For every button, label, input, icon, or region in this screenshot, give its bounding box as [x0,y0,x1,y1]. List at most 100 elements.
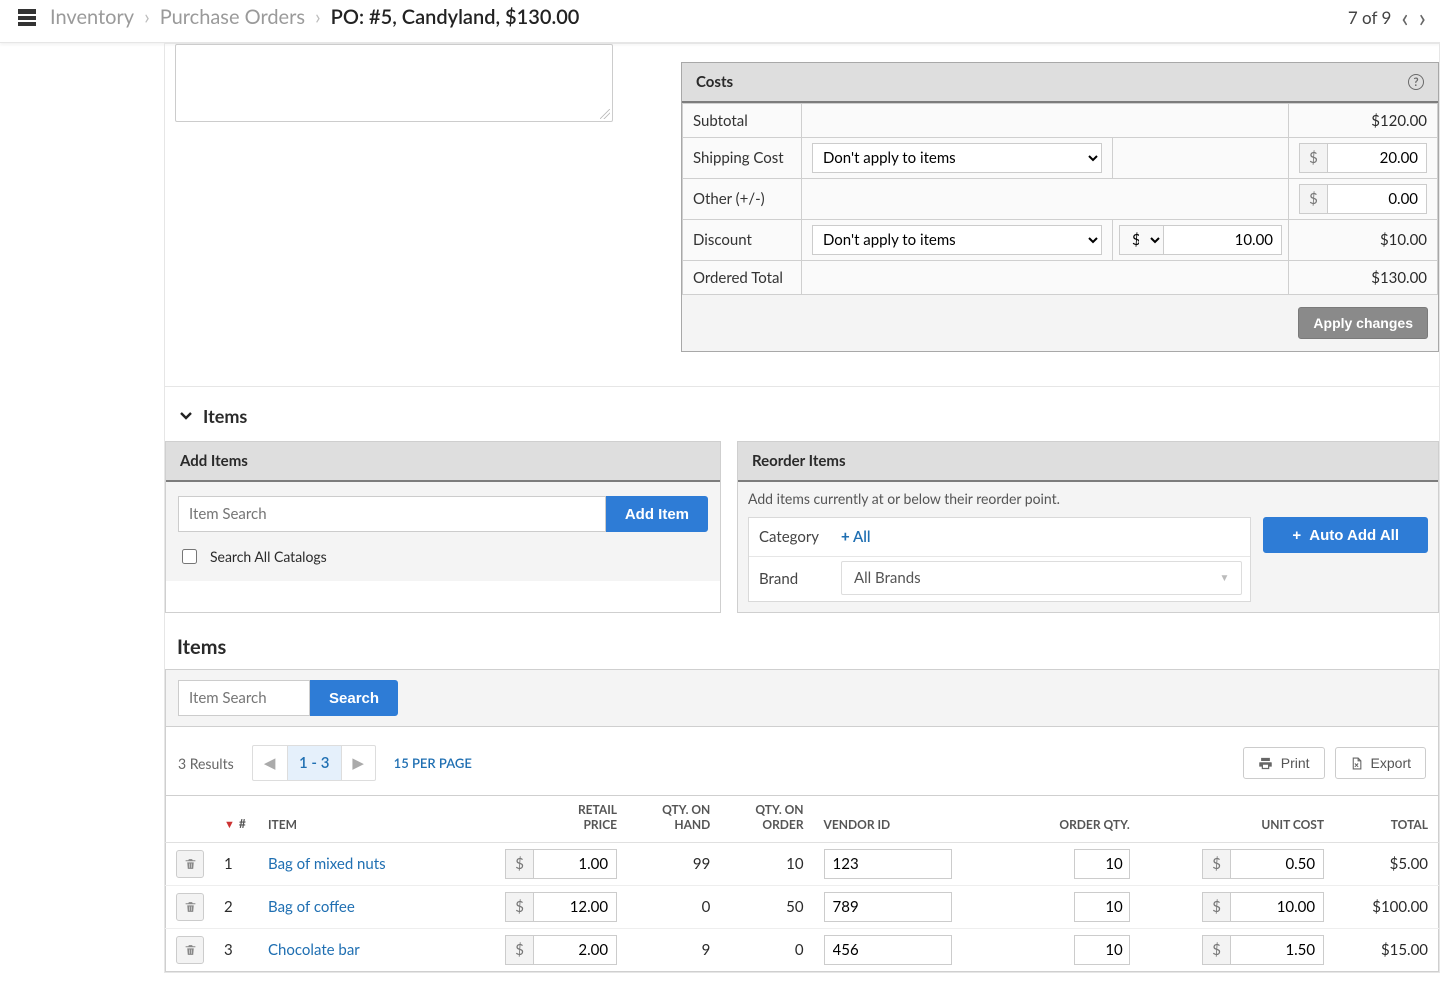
pager-position: 7 of 9 [1348,7,1392,28]
col-qty-on-hand[interactable]: QTY. ONHAND [627,796,720,843]
print-button[interactable]: Print [1243,747,1325,779]
row-number: 3 [214,929,258,972]
item-link[interactable]: Bag of coffee [268,898,355,916]
currency-icon: $ [505,849,533,879]
unit-cost-input[interactable] [1230,892,1324,922]
discount-apply-select[interactable]: Don't apply to items [812,225,1102,255]
col-unit-cost[interactable]: UNIT COST [1140,796,1334,843]
currency-icon: $ [1202,849,1230,879]
page-range[interactable]: 1 - 3 [287,746,341,780]
add-item-search-input[interactable] [178,496,606,532]
category-picker[interactable]: + All [841,528,871,546]
apply-changes-button[interactable]: Apply changes [1298,307,1428,339]
breadcrumb-root[interactable]: Inventory [50,5,134,29]
qty-on-hand: 9 [627,929,720,972]
table-row: 2 Bag of coffee $050 $ $100.00 [166,886,1439,929]
discount-value-input[interactable] [1163,225,1282,255]
currency-icon: $ [505,892,533,922]
row-total: $100.00 [1334,886,1438,929]
subtotal-label: Subtotal [683,104,802,138]
order-qty-input[interactable] [1074,935,1130,965]
col-total[interactable]: TOTAL [1334,796,1438,843]
shipping-cost-input[interactable] [1327,143,1427,173]
order-qty-input[interactable] [1074,892,1130,922]
export-icon [1350,756,1363,771]
items-toolbar: Search [165,669,1439,727]
row-total: $15.00 [1334,929,1438,972]
reorder-items-title: Reorder Items [738,442,1438,482]
delete-row-button[interactable] [176,893,204,921]
discount-unit-select[interactable]: $ [1119,225,1163,255]
add-item-button[interactable]: Add Item [606,496,708,532]
retail-price-input[interactable] [533,849,617,879]
top-bar: Inventory › Purchase Orders › PO: #5, Ca… [0,0,1440,43]
brand-label: Brand [749,560,841,598]
items-search-input[interactable] [178,680,310,716]
row-number: 1 [214,843,258,886]
qty-on-order: 50 [720,886,813,929]
items-page-control: ◀ 1 - 3 ▶ [252,745,376,781]
brand-select-value: All Brands [854,569,921,587]
unit-cost-input[interactable] [1230,849,1324,879]
page-prev-button[interactable]: ◀ [253,746,287,780]
items-pager-row: 3 Results ◀ 1 - 3 ▶ 15 PER PAGE Print Ex… [165,727,1439,795]
items-list-title: Items [165,613,1439,669]
app-icon [18,9,36,26]
qty-on-order: 0 [720,929,813,972]
other-cost-input[interactable] [1327,184,1427,214]
notes-textarea[interactable] [175,44,613,122]
export-button[interactable]: Export [1335,747,1426,779]
per-page-select[interactable]: 15 PER PAGE [394,755,472,771]
add-items-panel: Add Items Add Item Search All Catalogs [165,441,721,613]
col-item[interactable]: ITEM [258,796,446,843]
vendor-id-input[interactable] [824,849,952,879]
auto-add-all-button[interactable]: + Auto Add All [1263,517,1428,553]
plus-icon: + [1292,527,1301,544]
currency-icon: $ [505,935,533,965]
costs-panel: Costs ? Subtotal $120.00 Shipping Cost D… [681,62,1439,352]
pager-next-button[interactable]: › [1419,4,1426,30]
qty-on-order: 10 [720,843,813,886]
order-qty-input[interactable] [1074,849,1130,879]
row-total: $5.00 [1334,843,1438,886]
item-link[interactable]: Chocolate bar [268,941,360,959]
col-qty-on-order[interactable]: QTY. ONORDER [720,796,813,843]
delete-row-button[interactable] [176,850,204,878]
other-label: Other (+/-) [683,179,802,220]
col-retail-price[interactable]: RETAILPRICE [446,796,627,843]
row-number: 2 [214,886,258,929]
currency-icon: $ [1202,935,1230,965]
ordered-total-label: Ordered Total [683,261,802,295]
vendor-id-input[interactable] [824,892,952,922]
chevron-down-icon [179,409,193,423]
brand-select[interactable]: All Brands ▼ [841,561,1242,595]
currency-icon: $ [1202,892,1230,922]
unit-cost-input[interactable] [1230,935,1324,965]
shipping-label: Shipping Cost [683,138,802,179]
caret-down-icon: ▼ [1219,572,1229,584]
col-vendor-id[interactable]: VENDOR ID [814,796,1017,843]
pager-prev-button[interactable]: ‹ [1401,4,1408,30]
search-all-catalogs-row[interactable]: Search All Catalogs [178,546,708,567]
sort-desc-icon[interactable]: ▼ [224,818,235,831]
delete-row-button[interactable] [176,936,204,964]
discount-amount: $10.00 [1288,220,1437,261]
vendor-id-input[interactable] [824,935,952,965]
chevron-right-icon: › [315,5,321,29]
search-all-catalogs-checkbox[interactable] [182,549,197,564]
breadcrumb-purchase-orders[interactable]: Purchase Orders [160,5,305,29]
chevron-right-icon: › [144,5,150,29]
items-search-button[interactable]: Search [310,680,398,716]
item-link[interactable]: Bag of mixed nuts [268,855,386,873]
print-icon [1258,756,1273,771]
items-table: ▼# ITEM RETAILPRICE QTY. ONHAND QTY. ONO… [165,795,1439,972]
retail-price-input[interactable] [533,935,617,965]
help-icon[interactable]: ? [1408,74,1424,90]
retail-price-input[interactable] [533,892,617,922]
reorder-description: Add items currently at or below their re… [748,490,1428,507]
col-order-qty[interactable]: ORDER QTY. [1016,796,1140,843]
page-next-button[interactable]: ▶ [341,746,375,780]
shipping-apply-select[interactable]: Don't apply to items [812,143,1102,173]
qty-on-hand: 0 [627,886,720,929]
items-section-toggle[interactable]: Items [165,386,1439,441]
